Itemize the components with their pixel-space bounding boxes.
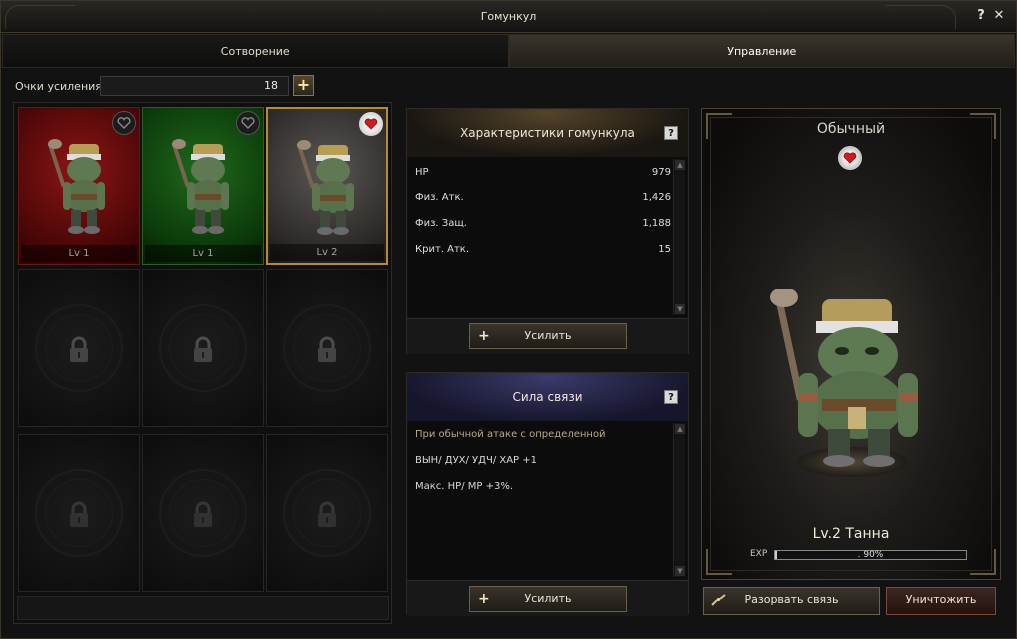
stat-label: Физ. Атк. — [415, 192, 464, 203]
stat-value: 1,426 — [642, 192, 671, 203]
slot-level: Lv 2 — [270, 244, 384, 261]
slot-level: Lv 1 — [145, 245, 261, 262]
stat-value: 15 — [658, 244, 671, 255]
add-points-button[interactable]: + — [293, 75, 314, 96]
locked-slot — [142, 434, 264, 592]
help-icon[interactable]: ? — [974, 9, 988, 23]
homunculus-model — [770, 289, 918, 467]
scroll-up-icon[interactable]: ▲ — [675, 424, 685, 434]
title-bar[interactable]: Гомункул ? ✕ — [1, 1, 1016, 33]
destroy-button[interactable]: Уничтожить — [886, 587, 996, 615]
stat-row-hp: HP 979 — [415, 167, 671, 181]
bond-panel: Сила связи ? При обычной атаке с определ… — [406, 372, 689, 616]
bond-line: ВЫН/ ДУХ/ УДЧ/ ХАР +1 — [415, 455, 538, 466]
stat-label: Физ. Защ. — [415, 218, 467, 229]
stat-row-crit: Крит. Атк. 15 — [415, 244, 671, 258]
locked-slot — [18, 434, 140, 592]
stats-button-strip: + Усилить — [407, 318, 688, 354]
exp-percent: . 90% — [857, 550, 884, 560]
goblin-icon — [171, 139, 229, 234]
boost-points-value: 18 — [100, 76, 289, 96]
homunculus-slot-3[interactable]: Lv 2 — [266, 107, 388, 265]
scroll-up-icon[interactable]: ▲ — [675, 160, 685, 170]
break-bond-label: Разорвать связь — [744, 593, 839, 606]
bond-help-button[interactable]: ? — [664, 390, 678, 404]
lock-icon — [70, 501, 88, 527]
lock-icon — [318, 501, 336, 527]
corner-ornament — [970, 549, 996, 575]
homunculus-window: Гомункул ? ✕ Сотворение Управление Очки … — [0, 0, 1017, 639]
heart-filled-icon — [843, 152, 857, 164]
locked-slot — [266, 434, 388, 592]
stats-panel-title: Характеристики гомункула — [407, 109, 688, 157]
stats-scrollbar[interactable]: ▲ ▼ — [673, 159, 685, 315]
goblin-icon — [47, 139, 105, 234]
bond-button-strip: + Усилить — [407, 580, 688, 616]
plus-icon: + — [478, 591, 490, 607]
break-bond-button[interactable]: Разорвать связь — [703, 587, 880, 615]
bond-enhance-button[interactable]: + Усилить — [469, 586, 627, 612]
tab-management[interactable]: Управление — [508, 34, 1015, 68]
tab-bar: Сотворение Управление — [2, 34, 1015, 68]
homunculus-name: Lv.2 Танна — [812, 526, 890, 542]
stat-row-phys-atk: Физ. Атк. 1,426 — [415, 192, 671, 206]
bond-list: При обычной атаке с определенной ВЫН/ ДУ… — [408, 421, 687, 579]
locked-slot — [142, 269, 264, 427]
bond-line: Макс. HP/ MP +3%. — [415, 481, 514, 492]
plus-icon: + — [478, 328, 490, 344]
tab-creation[interactable]: Сотворение — [2, 34, 509, 68]
stat-value: 1,188 — [642, 218, 671, 229]
slot-level: Lv 1 — [21, 245, 137, 262]
favorite-toggle-2[interactable] — [236, 111, 260, 135]
locked-slot — [18, 269, 140, 427]
grid-footer — [17, 596, 389, 620]
heart-filled-icon — [364, 118, 378, 130]
bond-panel-title: Сила связи — [407, 373, 688, 421]
homunculus-slot-2[interactable]: Lv 1 — [142, 107, 264, 265]
locked-slot — [266, 269, 388, 427]
favorite-toggle-3[interactable] — [359, 112, 383, 136]
goblin-icon — [296, 140, 354, 235]
scroll-down-icon[interactable]: ▼ — [675, 304, 685, 314]
favorite-toggle-1[interactable] — [112, 111, 136, 135]
scroll-down-icon[interactable]: ▼ — [675, 566, 685, 576]
bond-enhance-label: Усилить — [524, 592, 572, 605]
stats-enhance-label: Усилить — [524, 329, 572, 342]
rank-heart-badge — [838, 146, 862, 170]
rank-title: Обычный — [816, 121, 886, 137]
broken-link-icon — [711, 594, 726, 606]
homunculus-slot-1[interactable]: Lv 1 — [18, 107, 140, 265]
exp-bar: . 90% — [774, 550, 967, 560]
stats-enhance-button[interactable]: + Усилить — [469, 323, 627, 349]
stats-list: HP 979 Физ. Атк. 1,426 Физ. Защ. 1,188 К… — [408, 157, 687, 317]
close-icon[interactable]: ✕ — [992, 9, 1006, 23]
window-title: Гомункул — [480, 10, 537, 23]
heart-outline-icon — [117, 117, 131, 129]
stat-label: HP — [415, 167, 429, 178]
lock-icon — [194, 336, 212, 362]
bond-scrollbar[interactable]: ▲ ▼ — [673, 423, 685, 577]
stat-label: Крит. Атк. — [415, 244, 470, 255]
corner-ornament — [706, 549, 732, 575]
stats-panel: Характеристики гомункула ? HP 979 Физ. А… — [406, 108, 689, 354]
homunculus-showcase: Обычный Lv.2 Танна EXP . 90% — [701, 108, 1001, 580]
lock-icon — [194, 501, 212, 527]
heart-outline-icon — [241, 117, 255, 129]
stats-help-button[interactable]: ? — [664, 126, 678, 140]
stat-row-phys-def: Физ. Защ. 1,188 — [415, 218, 671, 232]
destroy-label: Уничтожить — [905, 593, 977, 606]
stat-value: 979 — [651, 167, 671, 178]
bond-line: При обычной атаке с определенной — [415, 429, 606, 440]
lock-icon — [318, 336, 336, 362]
lock-icon — [70, 336, 88, 362]
homunculus-slot-grid: Lv 1 Lv 1 Lv 2 — [13, 102, 392, 624]
exp-label: EXP — [750, 549, 768, 559]
boost-points-label: Очки усиления — [15, 80, 102, 93]
